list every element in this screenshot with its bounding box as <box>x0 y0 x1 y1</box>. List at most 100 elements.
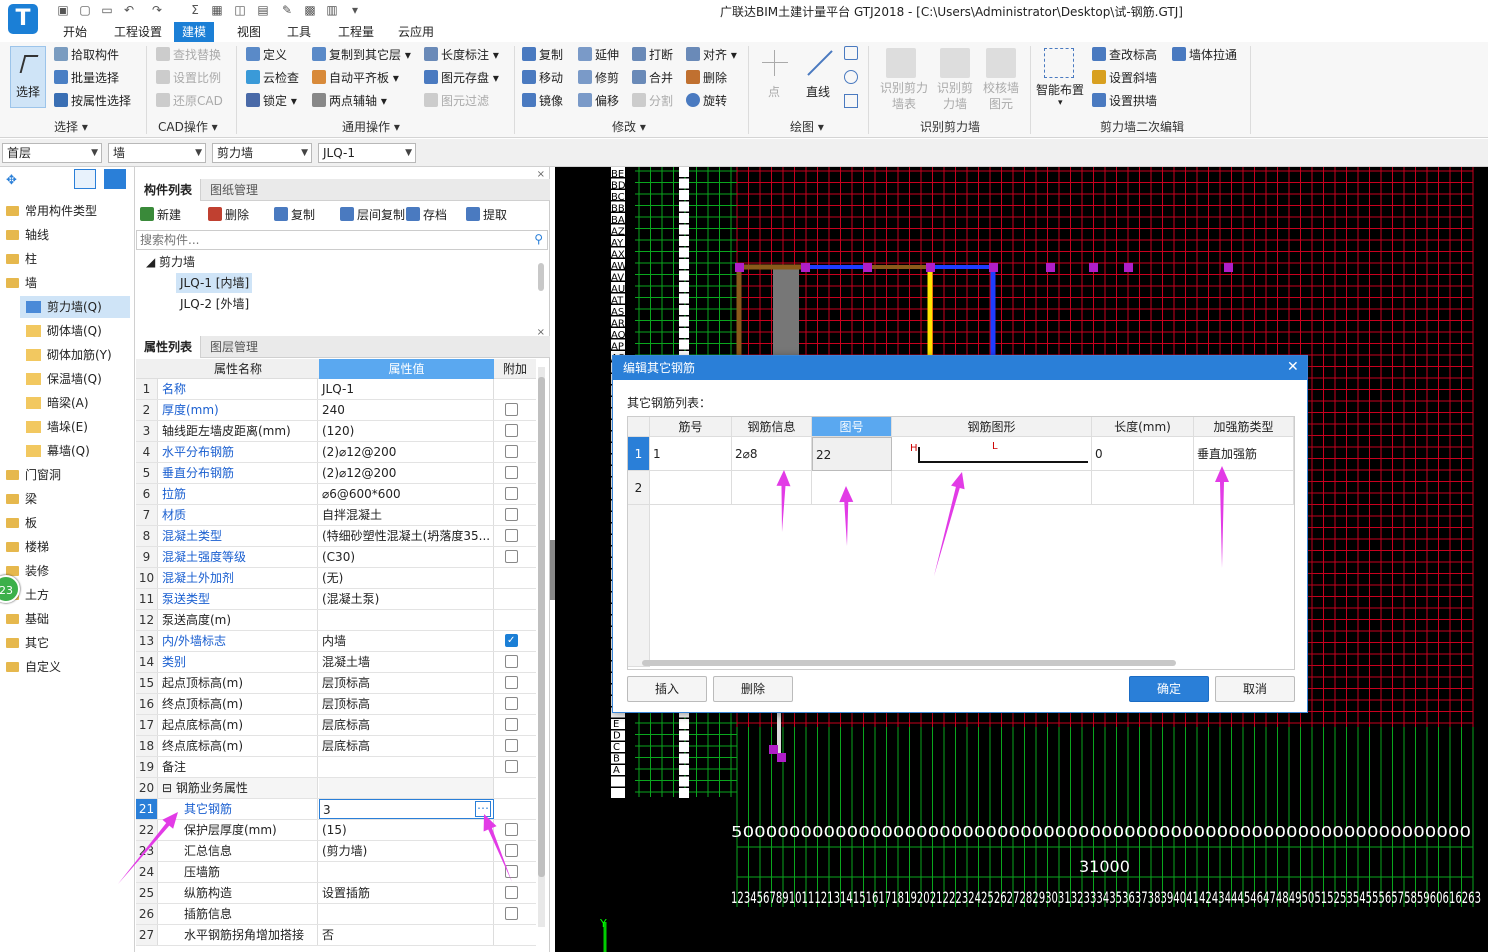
select-by-property-button[interactable]: 按属性选择 <box>54 91 131 111</box>
nav-item[interactable]: 幕墙(Q) <box>20 440 130 462</box>
property-row[interactable]: 7 材质 自拌混凝土 <box>136 505 536 526</box>
horizontal-scrollbar[interactable] <box>642 660 1176 666</box>
property-value[interactable]: 自拌混凝土 <box>319 505 494 525</box>
property-value[interactable]: 混凝土墙 <box>319 652 494 672</box>
menu-quantity[interactable]: 工程量 <box>330 22 382 42</box>
nav-item[interactable]: 墙垛(E) <box>20 416 130 438</box>
nav-item[interactable]: 楼梯 <box>0 536 130 558</box>
move-button[interactable]: 移动 <box>522 68 563 88</box>
group-general[interactable]: 通用操作 ▾ <box>342 118 400 135</box>
offset-button[interactable]: 偏移 <box>578 91 619 111</box>
attach-checkbox[interactable] <box>505 655 518 668</box>
archive-button[interactable]: 存档 <box>406 206 447 223</box>
attach-checkbox[interactable] <box>505 466 518 479</box>
merge-button[interactable]: 合并 <box>632 68 673 88</box>
attach-checkbox[interactable] <box>505 865 518 878</box>
tab-component-list[interactable]: 构件列表 <box>136 179 202 201</box>
smart-layout-button[interactable]: 智能布置 <box>1036 80 1084 100</box>
dialog-close-icon[interactable]: ✕ <box>1287 359 1299 375</box>
property-value[interactable]: 3 ⋯ <box>319 799 494 819</box>
col-shape-no[interactable]: 图号 <box>812 417 892 437</box>
property-row[interactable]: 27 水平钢筋拐角增加搭接否 <box>136 925 536 946</box>
property-value[interactable]: (剪力墙) <box>319 841 494 861</box>
find-replace-button[interactable]: 查找替换 <box>156 45 221 65</box>
close-icon[interactable]: × <box>537 327 545 338</box>
property-value[interactable] <box>319 862 494 882</box>
nav-item[interactable]: 其它 <box>0 632 130 654</box>
collapse-icon[interactable]: ⊟ <box>162 781 176 795</box>
nav-item[interactable]: 暗梁(A) <box>20 392 130 414</box>
property-value[interactable]: (特细砂塑性混凝土(坍落度35... <box>319 526 494 546</box>
set-scale-button[interactable]: 设置比例 <box>156 68 221 88</box>
property-row[interactable]: 15 起点顶标高(m) 层顶标高 <box>136 673 536 694</box>
attach-checkbox[interactable] <box>505 718 518 731</box>
nav-item[interactable]: 砌体墙(Q) <box>20 320 130 342</box>
search-view-icon[interactable]: ◫ <box>233 3 247 17</box>
change-elevation-button[interactable]: 查改标高 <box>1092 45 1157 65</box>
smart-layout-arrow[interactable]: ▾ <box>1058 98 1063 108</box>
col-bar-no[interactable]: 筋号 <box>650 417 732 437</box>
property-value[interactable]: (混凝土泵) <box>319 589 494 609</box>
delete-row-button[interactable]: 删除 <box>713 676 793 702</box>
property-value[interactable]: (C30) <box>319 547 494 567</box>
restore-cad-button[interactable]: 还原CAD <box>156 91 223 111</box>
grid-cell[interactable] <box>1194 471 1294 505</box>
property-value[interactable]: (无) <box>319 568 494 588</box>
property-row[interactable]: 1 名称 JLQ-1 <box>136 379 536 400</box>
nav-item[interactable]: 墙 <box>0 272 130 294</box>
save-icon[interactable]: ▣ <box>56 3 70 17</box>
attach-checkbox[interactable] <box>505 739 518 752</box>
nav-item[interactable]: 砌体加筋(Y) <box>20 344 130 366</box>
nav-item[interactable]: 保温墙(Q) <box>20 368 130 390</box>
element-filter-button[interactable]: 图元过滤 <box>424 91 489 111</box>
property-value[interactable]: (2)⌀12@200 <box>319 463 494 483</box>
extract-button[interactable]: 提取 <box>466 206 507 223</box>
break-button[interactable]: 打断 <box>632 45 673 65</box>
trim-button[interactable]: 修剪 <box>578 68 619 88</box>
nav-item[interactable]: 轴线 <box>0 224 130 246</box>
property-value[interactable]: 设置插筋 <box>319 883 494 903</box>
auto-align-slab-button[interactable]: 自动平齐板 ▾ <box>312 68 399 88</box>
two-point-axis-button[interactable]: 两点辅轴 ▾ <box>312 91 387 111</box>
property-value[interactable]: 层底标高 <box>319 736 494 756</box>
length-dim-button[interactable]: 长度标注 ▾ <box>424 45 499 65</box>
delete-component-button[interactable]: 删除 <box>208 206 249 223</box>
attach-checkbox[interactable] <box>505 823 518 836</box>
property-value[interactable]: 240 <box>319 400 494 420</box>
dropdown-icon[interactable]: ▾ <box>348 3 362 17</box>
property-row[interactable]: 19 备注 <box>136 757 536 778</box>
property-row[interactable]: 3 轴线距左墙皮距离(mm) (120) <box>136 421 536 442</box>
grid-cell[interactable]: 1 <box>650 437 732 471</box>
property-value[interactable] <box>319 904 494 924</box>
calc-icon[interactable]: ▦ <box>210 3 224 17</box>
undo-icon[interactable]: ↶ <box>122 3 136 17</box>
attach-checkbox[interactable] <box>505 508 518 521</box>
open-folder-icon[interactable]: ▭ <box>100 3 114 17</box>
property-value[interactable] <box>319 778 494 798</box>
attach-checkbox[interactable] <box>505 487 518 500</box>
redo-icon[interactable]: ↷ <box>150 3 164 17</box>
grid-cell[interactable]: 22 <box>812 437 892 471</box>
insert-button[interactable]: 插入 <box>627 676 707 702</box>
property-row[interactable]: 22 保护层厚度(mm) (15) <box>136 820 536 841</box>
col-rebar-shape[interactable]: 钢筋图形 <box>892 417 1092 437</box>
list-view-icon[interactable] <box>74 169 96 189</box>
align-button[interactable]: 对齐 ▾ <box>686 45 737 65</box>
property-scrollbar[interactable] <box>538 367 545 927</box>
split-button[interactable]: 分割 <box>632 91 673 111</box>
pick-component-button[interactable]: 拾取构件 <box>54 45 119 65</box>
grid-cell[interactable] <box>650 471 732 505</box>
rect-icon[interactable] <box>844 94 858 108</box>
scrollbar[interactable] <box>538 263 544 291</box>
property-value[interactable]: JLQ-1 <box>319 379 494 399</box>
menu-project-settings[interactable]: 工程设置 <box>106 22 170 42</box>
sum-icon[interactable]: Σ <box>188 3 202 17</box>
attach-checkbox[interactable] <box>505 760 518 773</box>
menu-view[interactable]: 视图 <box>228 22 270 42</box>
lock-button[interactable]: 锁定 ▾ <box>246 91 297 111</box>
property-value[interactable]: 层顶标高 <box>319 694 494 714</box>
table-icon[interactable]: ▥ <box>325 3 339 17</box>
group-cad[interactable]: CAD操作 ▾ <box>158 118 218 135</box>
group-draw[interactable]: 绘图 ▾ <box>790 118 824 135</box>
tree-group-shear[interactable]: ◢ 剪力墙 <box>146 253 195 270</box>
